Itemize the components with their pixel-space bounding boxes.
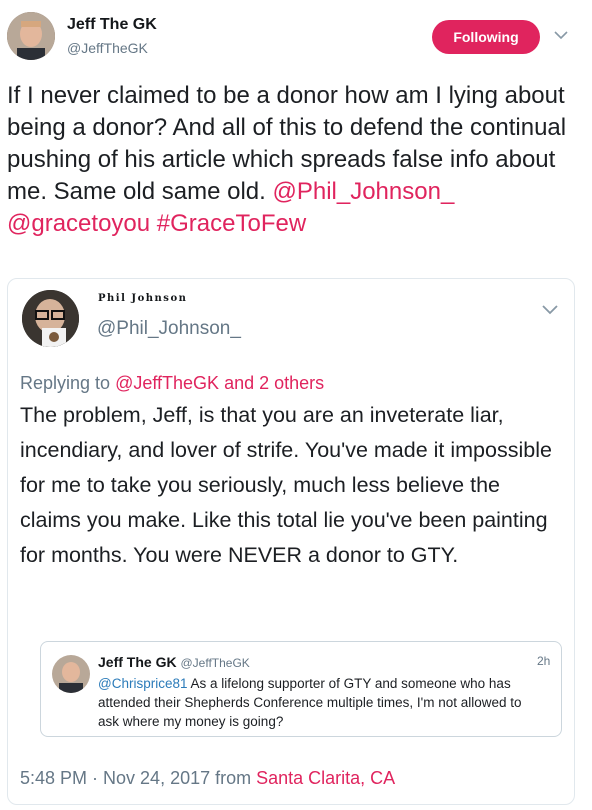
chevron-down-icon[interactable] <box>541 302 559 320</box>
avatar[interactable] <box>7 12 55 60</box>
avatar[interactable] <box>22 290 79 347</box>
inner-tweet-text: @Chrisprice81 As a lifelong supporter of… <box>98 674 538 731</box>
timestamp[interactable]: 5:48 PM · Nov 24, 2017 from <box>20 768 251 788</box>
author-name[interactable]: Jeff The GK <box>67 16 157 34</box>
quoted-author-name[interactable]: Phil Johnson <box>98 293 187 304</box>
author-handle[interactable]: @JeffTheGK <box>67 40 148 56</box>
replying-to-link[interactable]: @JeffTheGK and 2 others <box>115 373 324 393</box>
inner-time: 2h <box>537 654 551 668</box>
mention-link[interactable]: @gracetoyou <box>7 210 150 237</box>
location-link[interactable]: Santa Clarita, CA <box>256 768 395 788</box>
inner-author-name[interactable]: Jeff The GK <box>98 654 177 670</box>
avatar[interactable] <box>52 655 90 693</box>
inner-header: Jeff The GK @JeffTheGK <box>98 654 250 670</box>
chevron-down-icon[interactable] <box>553 28 569 46</box>
timestamp-line: 5:48 PM · Nov 24, 2017 from Santa Clarit… <box>20 768 395 789</box>
inner-mention-link[interactable]: @Chrisprice81 <box>98 676 187 691</box>
mention-link[interactable]: @Phil_Johnson_ <box>272 178 454 205</box>
tweet-text: If I never claimed to be a donor how am … <box>7 80 582 240</box>
replying-to-line: Replying to @JeffTheGK and 2 others <box>20 373 324 394</box>
following-button[interactable]: Following <box>432 20 540 54</box>
quoted-author-handle[interactable]: @Phil_Johnson_ <box>97 318 241 340</box>
quoted-tweet-text: The problem, Jeff, is that you are an in… <box>20 403 552 567</box>
replying-prefix: Replying to <box>20 373 111 393</box>
inner-author-handle[interactable]: @JeffTheGK <box>180 656 249 670</box>
hashtag-link[interactable]: #GraceToFew <box>157 210 306 237</box>
